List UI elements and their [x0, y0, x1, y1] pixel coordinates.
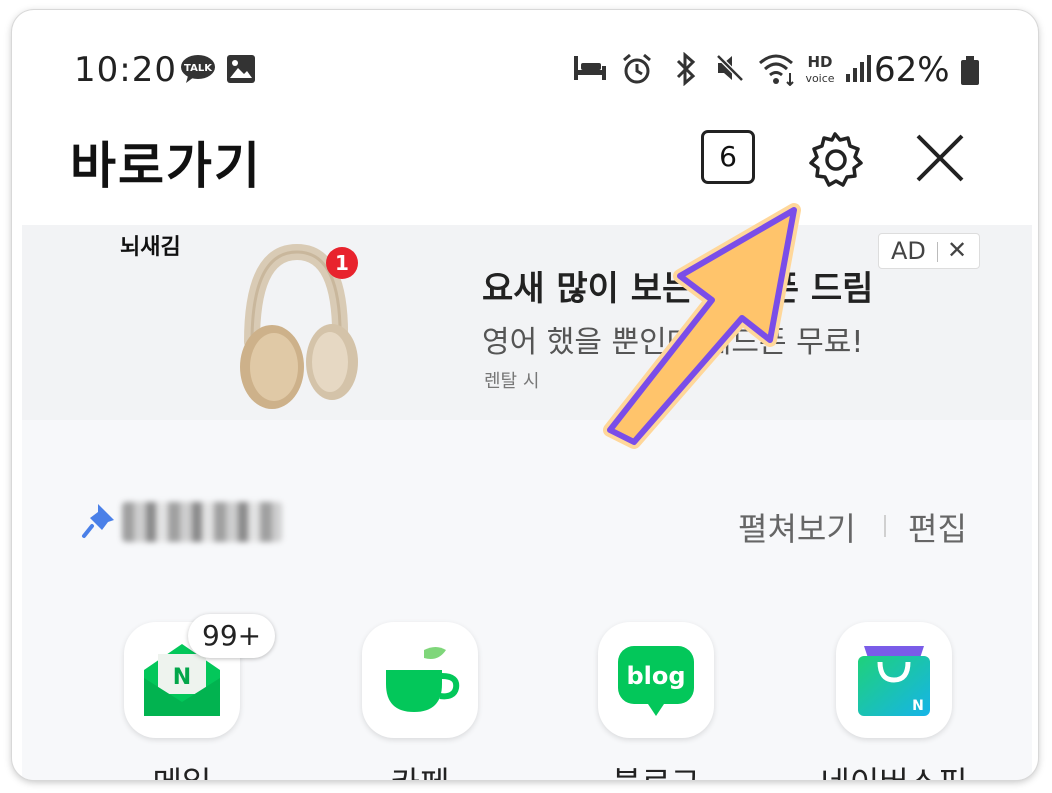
- ad-close-icon[interactable]: ✕: [947, 236, 967, 264]
- app-tile[interactable]: N: [836, 622, 952, 738]
- annotation-arrow: [572, 180, 832, 464]
- blog-icon: blog: [618, 646, 694, 716]
- app-tile[interactable]: blog: [598, 622, 714, 738]
- ad-banner[interactable]: 뇌새김 1 요새 많이 보는 헤드폰 드림 영어 했을 뿐인데 헤드폰 무료! …: [22, 225, 1032, 420]
- ad-notification-count: 1: [335, 251, 349, 275]
- svg-text:HD: HD: [807, 53, 832, 71]
- hd-voice-icon: HD voice: [805, 53, 834, 85]
- phone-screen: 10:20 TALK HD voice 62% 바로가기 6 뇌새김 1 요새 …: [12, 10, 1038, 780]
- battery-percentage: 62%: [874, 50, 950, 90]
- mute-icon: [716, 54, 744, 82]
- ad-badge[interactable]: AD ✕: [878, 233, 980, 269]
- close-icon: [916, 134, 964, 182]
- ad-meta: 렌탈 시: [484, 371, 540, 392]
- headphones-image: 1: [212, 237, 372, 420]
- status-bar: 10:20 TALK HD voice 62%: [12, 10, 1038, 120]
- close-button[interactable]: [914, 132, 966, 188]
- shopping-bag-icon: N: [858, 646, 930, 716]
- expand-link[interactable]: 펼쳐보기: [738, 504, 856, 550]
- alarm-icon: [623, 53, 651, 84]
- pin-icon: [80, 500, 120, 544]
- svg-text:N: N: [173, 665, 191, 690]
- gallery-icon: [226, 54, 256, 88]
- bluetooth-icon: [676, 52, 696, 86]
- svg-text:TALK: TALK: [184, 63, 213, 74]
- ad-badge-divider: [937, 242, 938, 262]
- status-time: 10:20: [74, 50, 177, 90]
- edit-link[interactable]: 편집: [908, 504, 967, 550]
- bed-icon: [574, 56, 606, 80]
- unread-count-badge: 99+: [188, 614, 276, 658]
- svg-text:blog: blog: [626, 662, 685, 690]
- shortcut-label: 네이버쇼핑: [816, 758, 972, 780]
- svg-text:voice: voice: [805, 72, 834, 85]
- svg-text:N: N: [912, 698, 924, 714]
- shortcut-label: 카페: [342, 758, 498, 780]
- kakaotalk-icon: TALK: [180, 54, 216, 88]
- shortcut-label: 메일: [104, 758, 260, 780]
- link-divider: [884, 515, 886, 537]
- page-title: 바로가기: [70, 137, 262, 195]
- ad-label: AD: [891, 237, 926, 265]
- wifi-icon: [759, 54, 794, 86]
- shortcut-label: 블로그: [578, 758, 734, 780]
- cafe-cup-icon: [386, 647, 460, 712]
- battery-icon: [960, 56, 980, 90]
- ad-brand: 뇌새김: [120, 235, 181, 260]
- shortcuts-section: 펼쳐보기 편집 N 99+ 메일: [22, 420, 1032, 780]
- pinned-group-label-blurred: [122, 502, 282, 542]
- tab-count-button[interactable]: 6: [701, 130, 755, 184]
- app-tile[interactable]: [362, 622, 478, 738]
- signal-icon: [846, 55, 871, 82]
